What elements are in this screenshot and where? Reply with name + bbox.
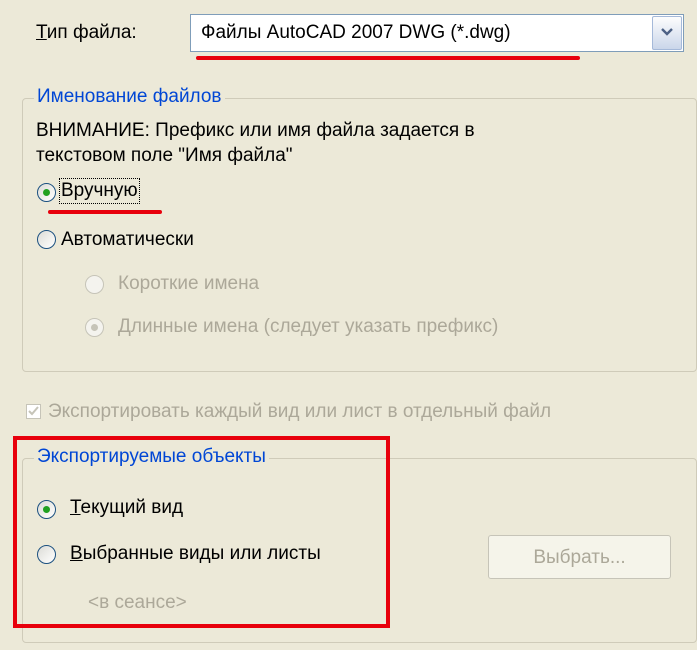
file-type-value: Файлы AutoCAD 2007 DWG (*.dwg) bbox=[201, 22, 511, 43]
annotation-underline-manual bbox=[48, 210, 162, 214]
annotation-highlight-box bbox=[13, 436, 390, 628]
export-each-label[interactable]: Экспортировать каждый вид или лист в отд… bbox=[48, 401, 551, 423]
file-type-dropdown[interactable]: Файлы AutoCAD 2007 DWG (*.dwg) bbox=[190, 14, 684, 52]
radio-manual-label[interactable]: Вручную bbox=[59, 178, 140, 204]
radio-manual[interactable] bbox=[37, 183, 56, 202]
annotation-underline-file-type bbox=[196, 56, 580, 60]
radio-long-names-label[interactable]: Длинные имена (следует указать префикс) bbox=[118, 316, 498, 338]
export-each-checkbox[interactable] bbox=[26, 404, 41, 419]
file-naming-title: Именование файлов bbox=[34, 86, 225, 108]
file-type-label: Тип файла: bbox=[36, 22, 137, 43]
radio-short-names-label[interactable]: Короткие имена bbox=[118, 273, 259, 295]
radio-short-names[interactable] bbox=[85, 275, 104, 294]
chevron-down-icon bbox=[661, 28, 673, 36]
checkmark-icon bbox=[28, 406, 39, 416]
naming-notice-line1: ВНИМАНИЕ: Префикс или имя файла задается… bbox=[36, 120, 475, 141]
naming-notice-line2: текстовом поле "Имя файла" bbox=[36, 145, 293, 166]
radio-long-names[interactable] bbox=[85, 318, 104, 337]
select-button-label: Выбрать... bbox=[533, 547, 626, 568]
dropdown-arrow-button[interactable] bbox=[652, 16, 682, 50]
select-button[interactable]: Выбрать... bbox=[488, 535, 671, 579]
radio-automatic-label[interactable]: Автоматически bbox=[61, 229, 194, 251]
radio-automatic[interactable] bbox=[37, 230, 56, 249]
